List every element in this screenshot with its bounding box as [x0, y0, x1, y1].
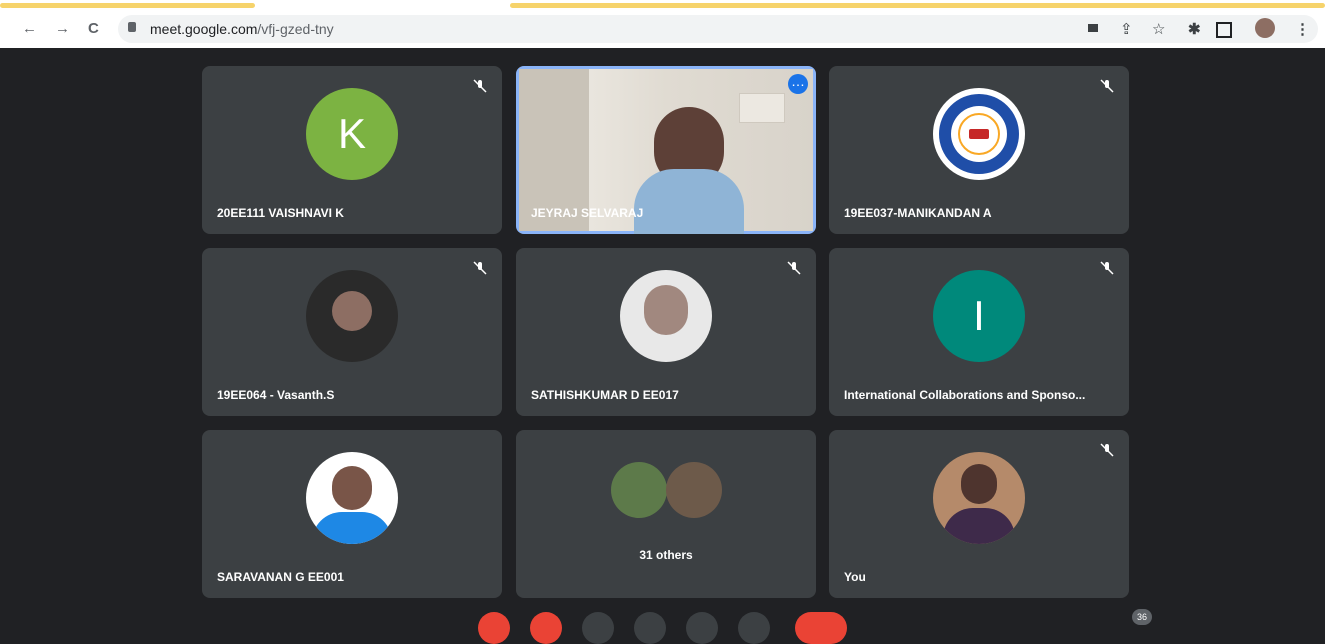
avatar-photo	[306, 452, 398, 544]
participant-name: JEYRAJ SELVARAJ	[531, 206, 644, 220]
avatar-letter: K	[306, 88, 398, 180]
more-options-button[interactable]: …	[788, 74, 808, 94]
browser-toolbar: ← → C meet.google.com/vfj-gzed-tny ⇪ ☆ ✱…	[0, 0, 1325, 48]
avatar-letter: I	[933, 270, 1025, 362]
extensions-icon[interactable]: ✱	[1188, 20, 1201, 38]
reload-icon[interactable]: C	[88, 20, 99, 37]
participant-tile[interactable]: SARAVANAN G EE001	[202, 430, 502, 598]
avatar-photo	[620, 270, 712, 362]
leave-call-button[interactable]	[795, 612, 847, 644]
loading-bar-right	[510, 3, 1325, 8]
participant-name: 19EE037-MANIKANDAN A	[844, 206, 992, 220]
participant-count-badge: 36	[1132, 609, 1152, 625]
camera-toggle-button[interactable]	[530, 612, 562, 644]
participant-name: International Collaborations and Sponso.…	[844, 388, 1086, 402]
mic-toggle-button[interactable]	[478, 612, 510, 644]
participant-name: SATHISHKUMAR D EE017	[531, 388, 679, 402]
participant-name: 19EE064 - Vasanth.S	[217, 388, 335, 402]
department-logo-icon	[939, 94, 1019, 174]
participant-tile-active[interactable]: … JEYRAJ SELVARAJ	[516, 66, 816, 234]
url-text[interactable]: meet.google.com/vfj-gzed-tny	[150, 21, 334, 37]
meeting-grid: K 20EE111 VAISHNAVI K … JEYRAJ SELVARAJ …	[6, 48, 1319, 620]
mic-off-icon	[1100, 79, 1114, 93]
star-icon[interactable]: ☆	[1152, 20, 1165, 38]
participant-tile[interactable]: I International Collaborations and Spons…	[829, 248, 1129, 416]
camera-icon[interactable]	[1088, 24, 1098, 32]
participant-name: 20EE111 VAISHNAVI K	[217, 206, 344, 220]
others-count: 31 others	[639, 548, 693, 562]
sidepanel-icon[interactable]	[1216, 22, 1232, 38]
participant-tile[interactable]: 19EE037-MANIKANDAN A	[829, 66, 1129, 234]
avatar-photo	[666, 462, 722, 518]
participant-tile[interactable]: 19EE064 - Vasanth.S	[202, 248, 502, 416]
avatar-photo	[306, 270, 398, 362]
others-tile[interactable]: 31 others	[516, 430, 816, 598]
present-button[interactable]	[686, 612, 718, 644]
more-button[interactable]	[738, 612, 770, 644]
avatar-photo	[933, 452, 1025, 544]
loading-bar-left	[0, 3, 255, 8]
participant-name: You	[844, 570, 866, 584]
participant-name: SARAVANAN G EE001	[217, 570, 344, 584]
lock-icon[interactable]	[128, 22, 136, 32]
mic-off-icon	[787, 261, 801, 275]
participant-tile[interactable]: SATHISHKUMAR D EE017	[516, 248, 816, 416]
menu-icon[interactable]: ⋮	[1295, 20, 1310, 38]
mic-off-icon	[473, 79, 487, 93]
profile-avatar[interactable]	[1255, 18, 1275, 38]
forward-icon[interactable]: →	[55, 20, 70, 37]
mic-off-icon	[1100, 261, 1114, 275]
participant-tile[interactable]: K 20EE111 VAISHNAVI K	[202, 66, 502, 234]
captions-button[interactable]	[582, 612, 614, 644]
mic-off-icon	[473, 261, 487, 275]
avatar-photo	[611, 462, 667, 518]
avatar-logo	[933, 88, 1025, 180]
participant-tile-self[interactable]: You	[829, 430, 1129, 598]
mic-off-icon	[1100, 443, 1114, 457]
back-icon[interactable]: ←	[22, 20, 37, 37]
share-icon[interactable]: ⇪	[1120, 20, 1133, 38]
raise-hand-button[interactable]	[634, 612, 666, 644]
